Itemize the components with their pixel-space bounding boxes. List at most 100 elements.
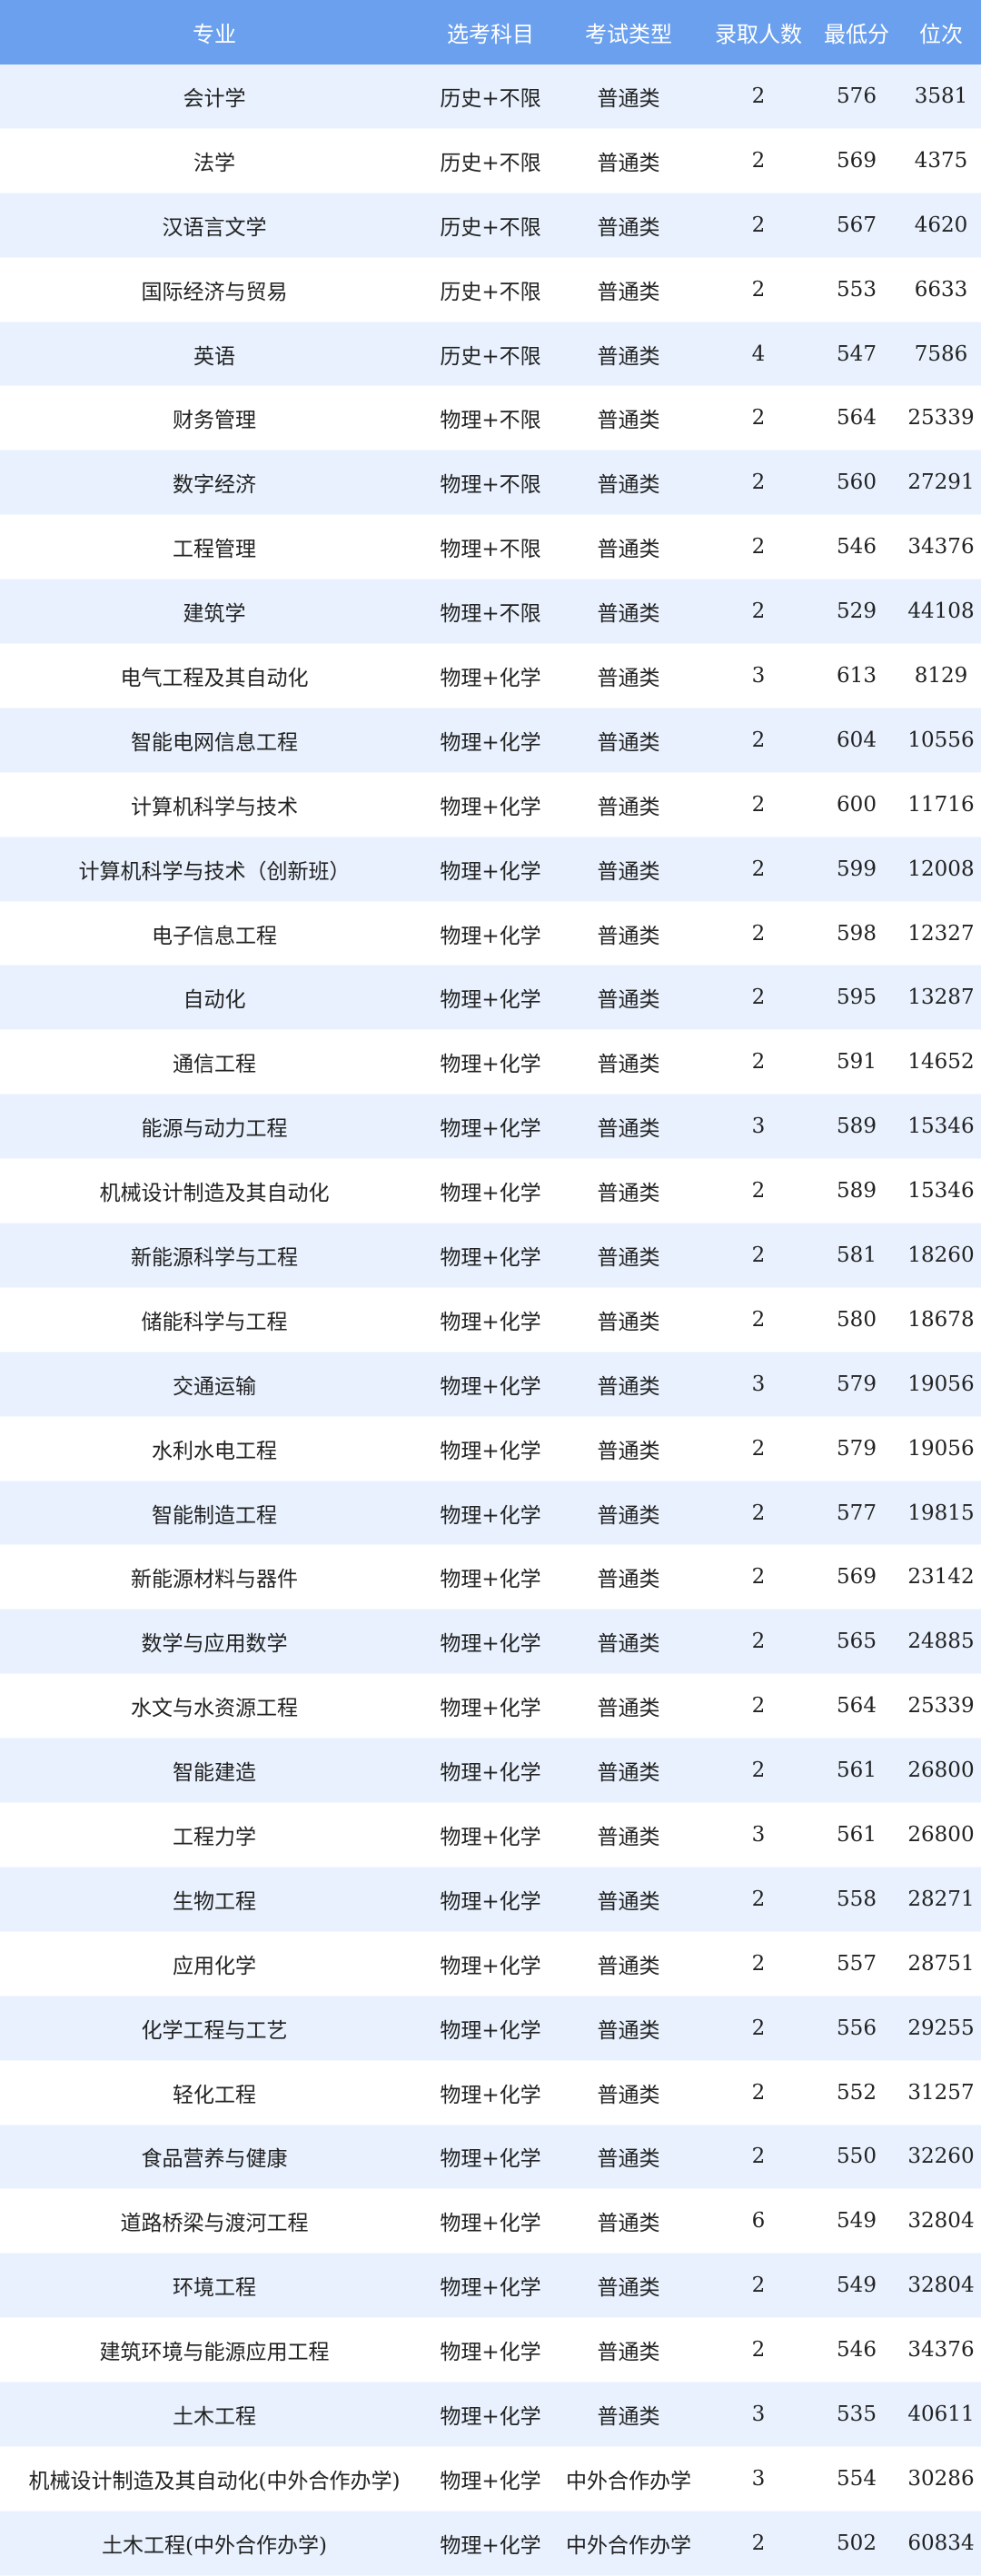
header-exam-type: 考试类型 bbox=[552, 0, 705, 64]
header-admitted-count: 录取人数 bbox=[705, 0, 812, 64]
cell-exam-type: 普通类 bbox=[552, 1287, 705, 1352]
cell-exam-type: 普通类 bbox=[552, 2188, 705, 2254]
cell-min-score: 558 bbox=[812, 1867, 901, 1932]
table-row: 汉语言文学 历史+不限 普通类 2 567 4620 bbox=[0, 193, 981, 258]
cell-exam-type: 普通类 bbox=[552, 772, 705, 837]
cell-subjects: 物理+化学 bbox=[429, 2382, 552, 2447]
cell-exam-type: 普通类 bbox=[552, 1802, 705, 1868]
cell-subjects: 物理+化学 bbox=[429, 965, 552, 1031]
cell-min-score: 564 bbox=[812, 385, 901, 451]
cell-exam-type: 普通类 bbox=[552, 837, 705, 902]
table-row: 机械设计制造及其自动化(中外合作办学) 物理+化学 中外合作办学 3 554 30286 bbox=[0, 2446, 981, 2512]
cell-major: 机械设计制造及其自动化 bbox=[0, 1158, 429, 1224]
cell-exam-type: 普通类 bbox=[552, 64, 705, 129]
table-row: 自动化 物理+化学 普通类 2 595 13287 bbox=[0, 965, 981, 1031]
cell-rank: 34376 bbox=[901, 514, 981, 580]
cell-subjects: 物理+化学 bbox=[429, 2253, 552, 2319]
cell-subjects: 物理+化学 bbox=[429, 1609, 552, 1675]
cell-rank: 18260 bbox=[901, 1223, 981, 1288]
cell-rank: 23142 bbox=[901, 1544, 981, 1610]
cell-rank: 29255 bbox=[901, 1996, 981, 2061]
header-min-score: 最低分 bbox=[812, 0, 901, 64]
cell-admitted-count: 2 bbox=[705, 1609, 812, 1675]
cell-min-score: 576 bbox=[812, 64, 901, 129]
cell-major: 英语 bbox=[0, 322, 429, 387]
cell-rank: 15346 bbox=[901, 1158, 981, 1224]
cell-exam-type: 中外合作办学 bbox=[552, 2511, 705, 2576]
header-rank: 位次 bbox=[901, 0, 981, 64]
cell-subjects: 物理+化学 bbox=[429, 901, 552, 966]
cell-min-score: 600 bbox=[812, 772, 901, 837]
cell-rank: 18678 bbox=[901, 1287, 981, 1352]
cell-min-score: 579 bbox=[812, 1416, 901, 1481]
cell-exam-type: 普通类 bbox=[552, 1481, 705, 1546]
cell-major: 计算机科学与技术 bbox=[0, 772, 429, 837]
table-row: 计算机科学与技术（创新班） 物理+化学 普通类 2 599 12008 bbox=[0, 837, 981, 902]
cell-major: 生物工程 bbox=[0, 1867, 429, 1932]
cell-major: 化学工程与工艺 bbox=[0, 1996, 429, 2061]
cell-subjects: 物理+化学 bbox=[429, 1738, 552, 1804]
cell-admitted-count: 2 bbox=[705, 1996, 812, 2061]
cell-rank: 30286 bbox=[901, 2446, 981, 2512]
cell-min-score: 561 bbox=[812, 1802, 901, 1868]
cell-min-score: 552 bbox=[812, 2060, 901, 2125]
cell-min-score: 502 bbox=[812, 2511, 901, 2576]
cell-exam-type: 普通类 bbox=[552, 322, 705, 387]
cell-min-score: 604 bbox=[812, 708, 901, 773]
cell-major: 新能源科学与工程 bbox=[0, 1223, 429, 1288]
admission-table: 专业 选考科目 考试类型 录取人数 最低分 位次 会计学 历史+不限 普通类 2 576… bbox=[0, 0, 981, 2576]
cell-min-score: 599 bbox=[812, 837, 901, 902]
cell-min-score: 549 bbox=[812, 2188, 901, 2254]
cell-exam-type: 中外合作办学 bbox=[552, 2446, 705, 2512]
cell-admitted-count: 2 bbox=[705, 514, 812, 580]
cell-admitted-count: 2 bbox=[705, 385, 812, 451]
cell-exam-type: 普通类 bbox=[552, 257, 705, 322]
table-row: 国际经济与贸易 历史+不限 普通类 2 553 6633 bbox=[0, 257, 981, 322]
cell-admitted-count: 2 bbox=[705, 1867, 812, 1932]
table-row: 通信工程 物理+化学 普通类 2 591 14652 bbox=[0, 1029, 981, 1095]
cell-subjects: 物理+不限 bbox=[429, 385, 552, 451]
cell-exam-type: 普通类 bbox=[552, 1996, 705, 2061]
cell-admitted-count: 2 bbox=[705, 579, 812, 645]
cell-rank: 8129 bbox=[901, 643, 981, 708]
cell-exam-type: 普通类 bbox=[552, 965, 705, 1031]
cell-min-score: 598 bbox=[812, 901, 901, 966]
cell-min-score: 547 bbox=[812, 322, 901, 387]
cell-min-score: 577 bbox=[812, 1481, 901, 1546]
cell-major: 食品营养与健康 bbox=[0, 2125, 429, 2190]
cell-admitted-count: 2 bbox=[705, 837, 812, 902]
cell-min-score: 564 bbox=[812, 1673, 901, 1739]
cell-exam-type: 普通类 bbox=[552, 901, 705, 966]
table-row: 智能电网信息工程 物理+化学 普通类 2 604 10556 bbox=[0, 708, 981, 773]
table-row: 生物工程 物理+化学 普通类 2 558 28271 bbox=[0, 1867, 981, 1932]
cell-subjects: 物理+化学 bbox=[429, 1287, 552, 1352]
table-row: 电子信息工程 物理+化学 普通类 2 598 12327 bbox=[0, 901, 981, 966]
cell-min-score: 554 bbox=[812, 2446, 901, 2512]
cell-rank: 28751 bbox=[901, 1931, 981, 1996]
cell-major: 土木工程(中外合作办学) bbox=[0, 2511, 429, 2576]
cell-rank: 31257 bbox=[901, 2060, 981, 2125]
cell-admitted-count: 2 bbox=[705, 193, 812, 258]
cell-rank: 19056 bbox=[901, 1352, 981, 1417]
cell-min-score: 560 bbox=[812, 450, 901, 516]
cell-rank: 11716 bbox=[901, 772, 981, 837]
cell-subjects: 历史+不限 bbox=[429, 193, 552, 258]
cell-subjects: 历史+不限 bbox=[429, 257, 552, 322]
cell-admitted-count: 2 bbox=[705, 1223, 812, 1288]
cell-rank: 13287 bbox=[901, 965, 981, 1031]
cell-major: 水文与水资源工程 bbox=[0, 1673, 429, 1739]
table-row: 储能科学与工程 物理+化学 普通类 2 580 18678 bbox=[0, 1287, 981, 1352]
header-major: 专业 bbox=[0, 0, 429, 64]
cell-admitted-count: 2 bbox=[705, 965, 812, 1031]
cell-rank: 27291 bbox=[901, 450, 981, 516]
cell-min-score: 595 bbox=[812, 965, 901, 1031]
table-row: 数学与应用数学 物理+化学 普通类 2 565 24885 bbox=[0, 1609, 981, 1675]
cell-min-score: 580 bbox=[812, 1287, 901, 1352]
cell-min-score: 556 bbox=[812, 1996, 901, 2061]
cell-major: 数学与应用数学 bbox=[0, 1609, 429, 1675]
cell-min-score: 553 bbox=[812, 257, 901, 322]
cell-major: 能源与动力工程 bbox=[0, 1094, 429, 1160]
cell-subjects: 物理+化学 bbox=[429, 708, 552, 773]
cell-rank: 15346 bbox=[901, 1094, 981, 1160]
cell-admitted-count: 2 bbox=[705, 450, 812, 516]
